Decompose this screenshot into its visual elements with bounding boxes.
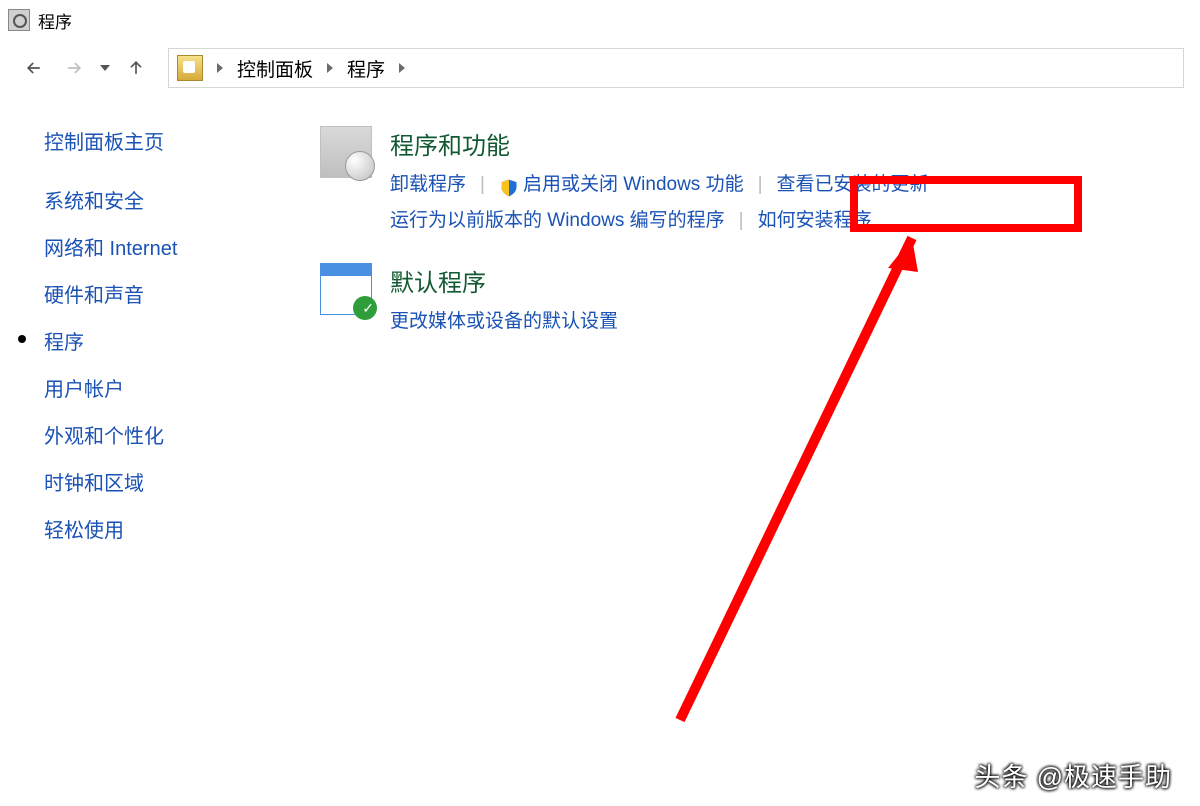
up-button[interactable] <box>118 50 154 86</box>
forward-button[interactable] <box>56 50 92 86</box>
section-programs-features: 程序和功能 卸载程序 | 启用或关闭 Windows 功能 | 查看已安装的更新… <box>320 126 1160 239</box>
breadcrumb[interactable]: 控制面板 <box>237 55 313 82</box>
window-titlebar: 程序 <box>0 0 1200 40</box>
link-change-defaults[interactable]: 更改媒体或设备的默认设置 <box>390 304 618 340</box>
shield-icon <box>499 175 519 195</box>
address-bar[interactable]: 控制面板 程序 <box>168 48 1184 88</box>
chevron-right-icon <box>319 57 341 79</box>
sidebar-item-clock-region[interactable]: 时钟和区域 <box>44 467 320 496</box>
link-uninstall-program[interactable]: 卸载程序 <box>390 167 466 203</box>
section-title[interactable]: 默认程序 <box>390 263 1160 298</box>
programs-icon <box>320 126 372 178</box>
main-panel: 程序和功能 卸载程序 | 启用或关闭 Windows 功能 | 查看已安装的更新… <box>320 126 1200 561</box>
sidebar: 控制面板主页 系统和安全 网络和 Internet 硬件和声音 程序 用户帐户 … <box>0 126 320 561</box>
section-default-programs: ✓ 默认程序 更改媒体或设备的默认设置 <box>320 263 1160 340</box>
link-how-to-install[interactable]: 如何安装程序 <box>758 203 872 239</box>
sidebar-item-user-accounts[interactable]: 用户帐户 <box>44 373 320 402</box>
separator: | <box>744 167 777 203</box>
window-title: 程序 <box>38 8 72 33</box>
sidebar-item-ease-of-access[interactable]: 轻松使用 <box>44 514 320 543</box>
separator: | <box>725 203 758 239</box>
chevron-right-icon <box>209 57 231 79</box>
section-title[interactable]: 程序和功能 <box>390 126 1160 161</box>
sidebar-item-hardware-sound[interactable]: 硬件和声音 <box>44 279 320 308</box>
separator: | <box>466 167 499 203</box>
sidebar-home-link[interactable]: 控制面板主页 <box>44 126 320 155</box>
app-icon <box>8 9 30 31</box>
content-area: 控制面板主页 系统和安全 网络和 Internet 硬件和声音 程序 用户帐户 … <box>0 96 1200 561</box>
defaults-icon: ✓ <box>320 263 372 315</box>
sidebar-item-appearance[interactable]: 外观和个性化 <box>44 420 320 449</box>
back-button[interactable] <box>16 50 52 86</box>
sidebar-item-programs[interactable]: 程序 <box>44 326 320 355</box>
location-icon <box>177 55 203 81</box>
chevron-right-icon <box>391 57 413 79</box>
watermark-text: 头条 @极速手助 <box>974 757 1172 794</box>
breadcrumb[interactable]: 程序 <box>347 55 385 82</box>
navigation-bar: 控制面板 程序 <box>0 40 1200 96</box>
link-run-compat-programs[interactable]: 运行为以前版本的 Windows 编写的程序 <box>390 203 725 239</box>
sidebar-item-system-security[interactable]: 系统和安全 <box>44 185 320 214</box>
history-dropdown[interactable] <box>96 62 114 74</box>
link-windows-features[interactable]: 启用或关闭 Windows 功能 <box>523 167 744 203</box>
sidebar-item-network-internet[interactable]: 网络和 Internet <box>44 232 320 261</box>
link-view-installed-updates[interactable]: 查看已安装的更新 <box>777 167 929 203</box>
